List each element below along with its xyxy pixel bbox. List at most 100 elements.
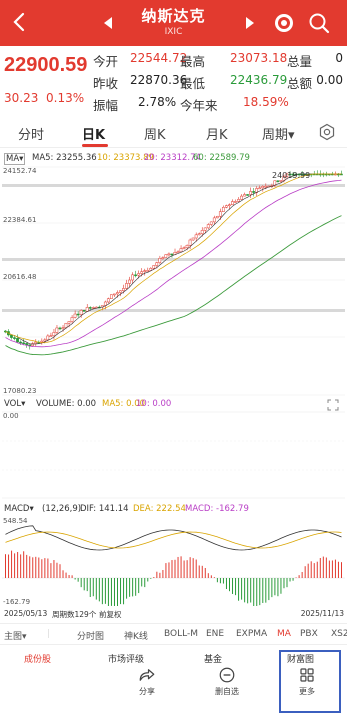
next-stock-icon[interactable]: [238, 11, 262, 35]
candle: [19, 341, 22, 344]
candle: [82, 310, 86, 312]
candle: [22, 342, 25, 345]
settings-icon[interactable]: [318, 123, 336, 141]
candle: [134, 274, 137, 277]
dif-line: [5, 525, 342, 551]
candle: [119, 290, 122, 293]
candle: [46, 335, 50, 341]
search-icon[interactable]: [307, 11, 331, 35]
candle: [182, 247, 186, 249]
ma-legend: MA▾ MA5: 23255.36 10: 23373.89 20: 23312…: [0, 152, 347, 165]
strip-god-k[interactable]: 神K线: [124, 629, 148, 642]
candle: [140, 271, 143, 274]
candle: [91, 307, 95, 309]
ma20-line: [5, 179, 342, 348]
strip-main-chart[interactable]: 主图▾: [4, 629, 27, 642]
macd-value: MACD: -162.79: [185, 504, 249, 514]
strip-xs2[interactable]: XS2: [331, 629, 347, 639]
strip-intraday[interactable]: 分时图: [77, 629, 104, 642]
candle: [191, 237, 195, 241]
candle: [252, 191, 255, 193]
price-change: 30.23 0.13%: [4, 91, 84, 105]
tab-daily-k[interactable]: 日K: [82, 124, 105, 143]
candle: [194, 234, 198, 239]
candle: [49, 335, 53, 338]
candle: [122, 288, 125, 292]
tab-period-dropdown[interactable]: 周期▾: [262, 124, 295, 143]
candle: [258, 187, 262, 190]
candle: [167, 253, 171, 256]
tab-fund[interactable]: 基金: [204, 652, 222, 665]
volume-value: 0: [335, 51, 343, 65]
tab-intraday[interactable]: 分时: [18, 124, 44, 143]
ai-assistant-icon[interactable]: [272, 11, 296, 35]
candle: [212, 217, 216, 223]
candle: [143, 270, 147, 272]
candle: [197, 233, 201, 236]
candle: [209, 221, 213, 225]
date-axis: 2025/05/13 周期数129个 前复权 2025/11/13: [0, 608, 347, 621]
last-price: 22900.59: [4, 54, 88, 76]
strip-ene[interactable]: ENE: [206, 629, 224, 639]
candle: [25, 343, 28, 346]
candle: [106, 298, 110, 303]
candle: [231, 201, 234, 206]
candle: [218, 211, 222, 217]
macd-selector-label: MACD: [4, 504, 30, 514]
tab-market-rating[interactable]: 市场评级: [108, 652, 144, 665]
ma-selector[interactable]: MA▾: [4, 153, 26, 165]
candle: [137, 273, 140, 276]
high-label: 最高: [180, 54, 206, 69]
strip-expma[interactable]: EXPMA: [236, 629, 267, 639]
candle: [125, 283, 128, 289]
candle: [237, 199, 240, 202]
price-band: [2, 184, 345, 187]
candle: [40, 340, 44, 343]
stock-code: IXIC: [164, 27, 183, 37]
candle: [109, 294, 113, 299]
tab-weekly-k[interactable]: 周K: [144, 124, 166, 143]
remove-watchlist-button[interactable]: 删自选: [210, 666, 244, 697]
tab-constituents[interactable]: 成份股: [24, 652, 51, 665]
share-button[interactable]: 分享: [132, 666, 162, 697]
period-count: 周期数129个: [52, 610, 97, 619]
candle: [70, 317, 74, 322]
volume-chart[interactable]: [0, 411, 347, 499]
quote-row: 昨收 22870.36 最低 22436.79 总额 0.00: [93, 70, 343, 92]
macd-chart[interactable]: [0, 516, 347, 606]
open-label: 今开: [93, 54, 119, 69]
open-value: 22544.72: [130, 51, 188, 65]
macd-params: (12,26,9): [42, 504, 82, 514]
strip-divider: |: [47, 629, 51, 639]
vol-selector[interactable]: VOL▾: [4, 399, 25, 409]
change-value: 30.23: [4, 91, 39, 105]
candle: [228, 204, 231, 207]
strip-pbx[interactable]: PBX: [300, 629, 318, 639]
low-label: 最低: [180, 76, 206, 91]
ytd-label: 今年来: [180, 98, 218, 113]
candle: [113, 293, 116, 296]
ma60-value: 60: 22589.79: [193, 153, 250, 163]
amplitude-value: 2.78%: [138, 95, 177, 109]
candle: [170, 253, 174, 256]
kline-chart[interactable]: [0, 166, 347, 396]
back-arrow-icon[interactable]: [8, 10, 32, 34]
candle: [76, 313, 80, 316]
candle: [185, 245, 189, 248]
candle: [55, 327, 59, 333]
ma5-value: MA5: 23255.36: [32, 153, 97, 163]
candle: [79, 310, 83, 315]
tab-monthly-k[interactable]: 月K: [206, 124, 228, 143]
prev-close-value: 22870.36: [130, 73, 188, 87]
price-tick-bottom: 17080.23: [3, 387, 37, 395]
macd-dif: DIF: 141.14: [80, 504, 129, 514]
macd-selector[interactable]: MACD▾: [4, 504, 34, 514]
prev-close-label: 昨收: [93, 76, 119, 91]
candle: [203, 227, 207, 231]
candle: [215, 215, 219, 219]
price-tick-2: 22384.61: [3, 216, 37, 224]
expand-icon[interactable]: [327, 399, 339, 411]
share-icon: [139, 669, 155, 681]
strip-boll[interactable]: BOLL-M: [164, 629, 198, 639]
strip-ma[interactable]: MA: [277, 629, 291, 639]
